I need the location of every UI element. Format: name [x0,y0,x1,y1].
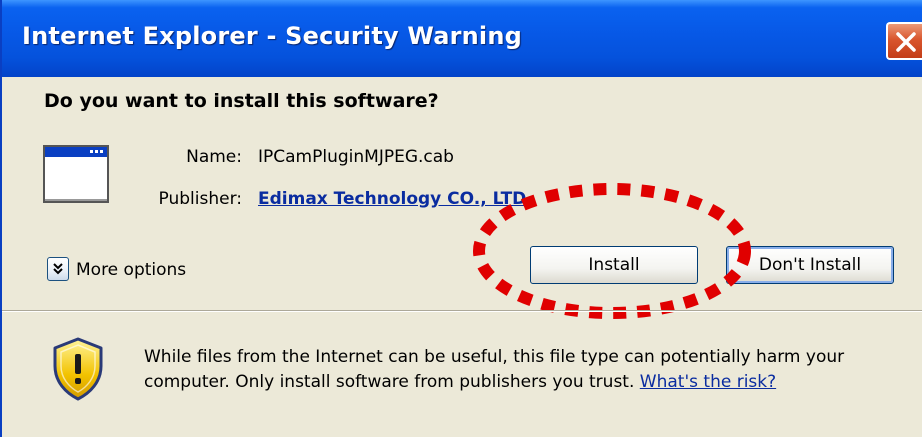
more-options-toggle[interactable] [47,257,69,281]
install-button[interactable]: Install [530,246,698,284]
whats-the-risk-link[interactable]: What's the risk? [640,372,776,392]
window-title: Internet Explorer - Security Warning [22,22,523,50]
divider-highlight [2,311,922,312]
install-question: Do you want to install this software? [44,90,439,112]
publisher-label: Publisher: [158,189,242,209]
dont-install-button[interactable]: Don't Install [726,246,894,284]
security-warning-dialog: Internet Explorer - Security Warning Do … [0,0,922,437]
security-warning-message: While files from the Internet can be use… [144,345,914,395]
application-window-icon [43,145,109,203]
chevron-down-icon [53,263,63,275]
name-label: Name: [186,147,242,167]
file-name-value: IPCamPluginMJPEG.cab [258,147,454,167]
more-options-label[interactable]: More options [76,260,186,280]
title-bar[interactable]: Internet Explorer - Security Warning [2,0,922,77]
close-icon [896,32,916,52]
security-shield-icon [53,337,103,401]
close-button[interactable] [886,22,922,60]
publisher-link[interactable]: Edimax Technology CO., LTD. [258,189,533,209]
